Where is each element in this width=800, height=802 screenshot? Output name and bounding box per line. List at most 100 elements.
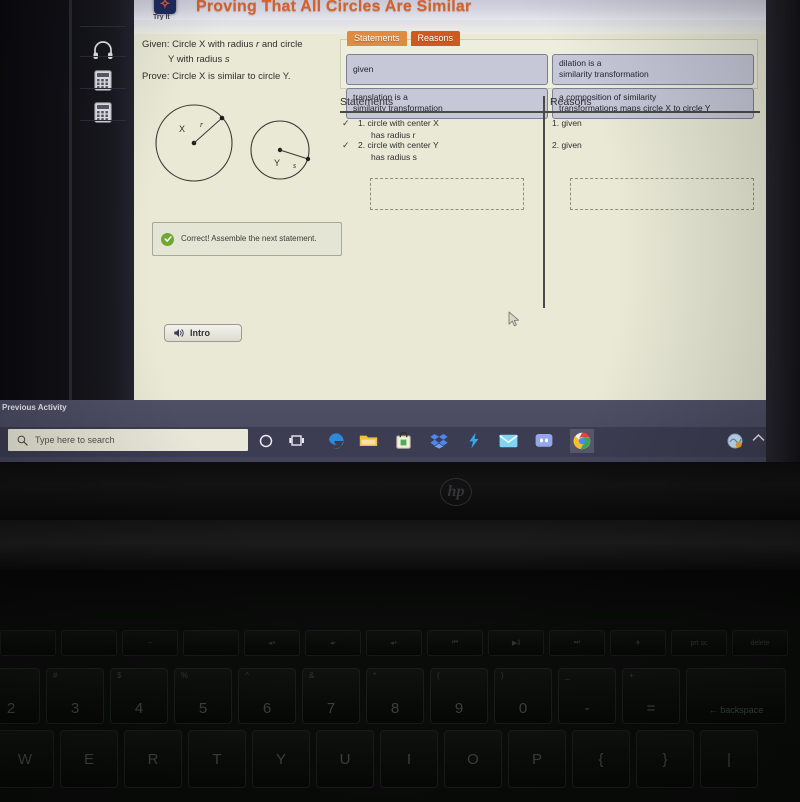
mail-icon[interactable] (498, 430, 519, 451)
fn-key-mute[interactable]: ◂× (244, 630, 300, 656)
key-t[interactable]: T (188, 730, 246, 788)
label-y: Y (274, 158, 280, 168)
tile-dilation[interactable]: dilation is a similarity transformation (552, 54, 754, 85)
answer-tile-panel: Statements Reasons given dilation is a s… (340, 31, 758, 119)
key-2[interactable]: @2 (0, 668, 40, 724)
given-line-1: Given: Circle X with radius r and circle (142, 38, 342, 53)
keyboard-function-row: ⎯ ◂× ◂- ◂+ ⏮ ▶‖ ⏭ ✈ prt sc delete (0, 630, 788, 656)
blue-lightning-icon[interactable] (463, 430, 484, 451)
key-4[interactable]: $4 (110, 668, 168, 724)
table-row: 2. circle with center Y has radius s (358, 140, 439, 164)
circle-y-edge-dot (305, 156, 311, 162)
page-title: Proving That All Circles Are Similar (196, 0, 472, 15)
lesson-app: ✧ Try It Proving That All Circles Are Si… (134, 0, 766, 400)
key-5[interactable]: % 5 (174, 668, 232, 724)
hp-logo: hp (440, 478, 472, 506)
laptop-hinge (0, 520, 800, 570)
row-2-check-icon: ✓ (342, 140, 350, 150)
feedback-banner: Correct! Assemble the next statement. (152, 222, 342, 256)
security-shield-icon[interactable] (727, 433, 743, 449)
edge-browser-icon[interactable] (325, 430, 346, 451)
intro-button-label: Intro (190, 328, 210, 338)
previous-activity-link[interactable]: Previous Activity (2, 403, 67, 412)
search-input[interactable]: Type here to search (8, 429, 248, 451)
key-right-bracket[interactable]: } (636, 730, 694, 788)
fn-key-volume-up[interactable]: ◂+ (366, 630, 422, 656)
circles-diagram: X r Y s (155, 104, 311, 182)
tile-dilation-line2: similarity transformation (559, 69, 649, 80)
tile-given-label: given (353, 63, 374, 74)
task-view-icon[interactable] (286, 430, 307, 451)
key-7[interactable]: & 7 (302, 668, 360, 724)
given-line-2: Y with radius s (142, 53, 342, 68)
laptop-bezel-bottom (0, 462, 800, 520)
fn-key-volume-down[interactable]: ◂- (305, 630, 361, 656)
key-u[interactable]: U (316, 730, 374, 788)
proof-table-header-statements: Statements (340, 96, 394, 108)
key-backspace[interactable]: ← backspace (686, 668, 786, 724)
fn-key[interactable] (183, 630, 239, 656)
label-x: X (179, 124, 185, 134)
key-3[interactable]: #3 (46, 668, 104, 724)
mouse-cursor-icon (508, 311, 520, 327)
key-i[interactable]: I (380, 730, 438, 788)
circle-x-radius-line (193, 117, 223, 144)
circle-x-edge-dot (219, 115, 225, 121)
row-2-number: 2. (358, 140, 366, 150)
speaker-icon (174, 329, 184, 337)
discord-icon[interactable] (533, 430, 554, 451)
intro-button[interactable]: Intro (164, 324, 242, 342)
tab-reasons[interactable]: Reasons (410, 31, 461, 46)
key-minus[interactable]: _ - (558, 668, 616, 724)
magnifier-icon (17, 435, 28, 446)
given-suffix: and circle (259, 39, 303, 50)
key-e[interactable]: E (60, 730, 118, 788)
fn-key[interactable] (61, 630, 117, 656)
dropbox-icon[interactable] (428, 430, 449, 451)
key-w[interactable]: W (0, 730, 54, 788)
tab-statements[interactable]: Statements (347, 31, 407, 46)
fn-key-delete[interactable]: delete (732, 630, 788, 656)
key-y[interactable]: Y (252, 730, 310, 788)
key-8[interactable]: * 8 (366, 668, 424, 724)
rail-item-calculator-2[interactable] (83, 92, 123, 132)
key-o[interactable]: O (444, 730, 502, 788)
proof-table-header-rule (340, 111, 760, 113)
row-2-statement-line1: circle with center Y (367, 140, 439, 150)
proof-table-column-divider (543, 96, 545, 308)
cortana-circle-icon[interactable] (255, 430, 276, 451)
row-1-statement-line1: circle with center X (367, 118, 439, 128)
laptop-keyboard-deck: ⎯ ◂× ◂- ◂+ ⏮ ▶‖ ⏭ ✈ prt sc delete @2 #3 … (0, 570, 800, 802)
key-left-bracket[interactable]: { (572, 730, 630, 788)
feedback-text: Correct! Assemble the next statement. (181, 233, 317, 243)
prove-line: Prove: Circle X is similar to circle Y. (142, 71, 291, 83)
show-hidden-icons-chevron[interactable] (752, 433, 765, 442)
screen-bezel-right (766, 0, 800, 462)
key-r[interactable]: R (124, 730, 182, 788)
fn-key-prev-track[interactable]: ⏮ (427, 630, 483, 656)
fn-key-play-pause[interactable]: ▶‖ (488, 630, 544, 656)
fn-key-next-track[interactable]: ⏭ (549, 630, 605, 656)
search-placeholder: Type here to search (35, 435, 115, 445)
laptop-screen: ✧ Try It Proving That All Circles Are Si… (0, 0, 766, 462)
app-title-bar: ✧ Try It Proving That All Circles Are Si… (134, 0, 766, 21)
fn-key-airplane-mode[interactable]: ✈ (610, 630, 666, 656)
reason-dropzone[interactable] (570, 178, 754, 210)
fn-key-keyboard-light[interactable]: ⎯ (122, 630, 178, 656)
key-6[interactable]: ^ 6 (238, 668, 296, 724)
app-left-rail (72, 0, 134, 400)
fn-key[interactable] (0, 630, 56, 656)
key-9[interactable]: (9 (430, 668, 488, 724)
file-explorer-icon[interactable] (358, 430, 379, 451)
key-equals[interactable]: + = (622, 668, 680, 724)
key-backslash[interactable]: | (700, 730, 758, 788)
chrome-browser-icon[interactable] (570, 429, 594, 453)
fn-key-print-screen[interactable]: prt sc (671, 630, 727, 656)
microsoft-store-icon[interactable] (393, 430, 414, 451)
key-0[interactable]: ) 0 (494, 668, 552, 724)
statement-dropzone[interactable] (370, 178, 524, 210)
key-p[interactable]: P (508, 730, 566, 788)
tile-given[interactable]: given (346, 54, 548, 85)
headphones-icon (93, 41, 113, 59)
problem-statement: Given: Circle X with radius r and circle… (142, 38, 342, 85)
